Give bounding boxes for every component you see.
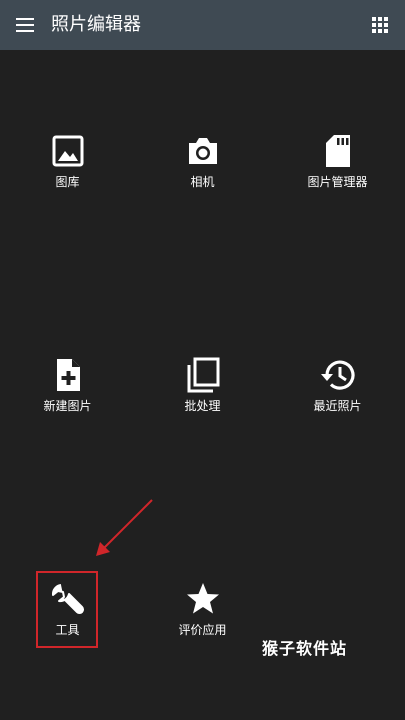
menu-item-label: 新建图片 — [43, 399, 92, 413]
menu-item-batch-process[interactable]: 批处理 — [135, 355, 270, 445]
menu-item-camera[interactable]: 相机 — [135, 131, 270, 221]
menu-item-label: 图库 — [55, 175, 80, 189]
menu-item-picture-manager[interactable]: 图片管理器 — [270, 131, 405, 221]
watermark-text: 猴子软件站 — [262, 639, 348, 658]
highlight-box — [36, 571, 98, 648]
menu-item-label: 最近照片 — [313, 399, 362, 413]
new-file-icon — [56, 359, 80, 391]
sd-card-icon — [325, 135, 350, 167]
red-arrow-annotation — [96, 499, 153, 556]
history-icon — [320, 360, 355, 390]
image-icon — [52, 135, 83, 167]
menu-item-new-picture[interactable]: 新建图片 — [0, 355, 135, 445]
star-icon — [186, 583, 219, 614]
menu-item-label: 图片管理器 — [307, 175, 368, 189]
menu-item-recent-photos[interactable]: 最近照片 — [270, 355, 405, 445]
hamburger-menu-icon[interactable] — [14, 14, 36, 36]
batch-copy-icon — [187, 357, 219, 393]
camera-icon — [188, 138, 217, 164]
menu-item-label: 评价应用 — [178, 623, 227, 637]
menu-item-label: 批处理 — [184, 399, 221, 413]
photo-editor-home-screen: 照片编辑器 图库 相机 图片管理器 新建图片 批处理 最近照片 工具 评价应用 … — [0, 0, 405, 720]
app-toolbar: 照片编辑器 — [0, 0, 405, 50]
app-title: 照片编辑器 — [51, 14, 141, 35]
menu-item-gallery[interactable]: 图库 — [0, 131, 135, 221]
menu-item-rate-app[interactable]: 评价应用 — [135, 579, 270, 669]
menu-item-label: 相机 — [190, 175, 215, 189]
apps-grid-icon[interactable] — [370, 15, 390, 35]
